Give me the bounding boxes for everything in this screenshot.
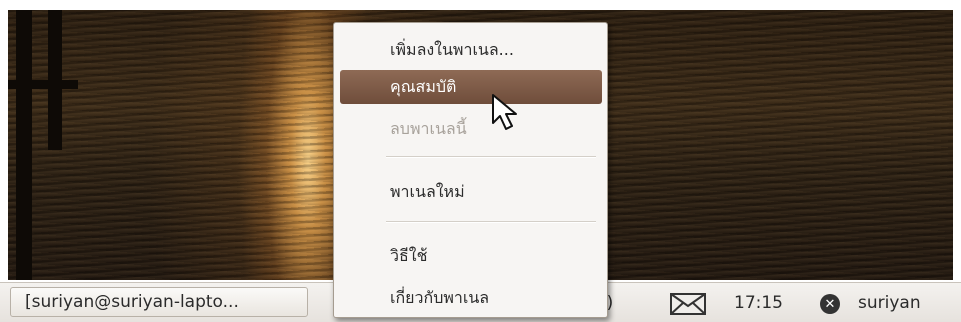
clock-time: 17:15 xyxy=(734,293,783,313)
panel-context-menu: เพิ่มลงในพาเนล... คุณสมบัติ ลบพาเนลนี้ พ… xyxy=(333,22,608,318)
pier-beam xyxy=(8,80,78,89)
clock[interactable]: 17:15 xyxy=(734,283,783,322)
menu-item-label: ลบพาเนลนี้ xyxy=(390,118,467,138)
menu-item-label: วิธีใช้ xyxy=(390,245,428,265)
menu-item-delete-panel[interactable]: ลบพาเนลนี้ xyxy=(340,112,602,146)
menu-item-about-panels[interactable]: เกี่ยวกับพาเนล xyxy=(340,281,602,315)
menu-separator xyxy=(386,221,596,223)
menu-separator xyxy=(386,156,596,158)
pier-post xyxy=(16,10,32,280)
desktop-screen: [suriyan@suriyan-lapto... )) 17:15 ✕ sur… xyxy=(0,0,961,322)
menu-item-add-to-panel[interactable]: เพิ่มลงในพาเนล... xyxy=(340,33,602,67)
username-label: suriyan xyxy=(858,293,921,313)
menu-item-new-panel[interactable]: พาเนลใหม่ xyxy=(340,175,602,209)
mail-icon[interactable] xyxy=(670,293,706,315)
menu-item-help[interactable]: วิธีใช้ xyxy=(340,239,602,273)
menu-item-label: เกี่ยวกับพาเนล xyxy=(390,287,490,307)
menu-item-label: พาเนลใหม่ xyxy=(390,181,465,201)
taskbar-window-button[interactable]: [suriyan@suriyan-lapto... xyxy=(10,287,308,317)
menu-item-properties[interactable]: คุณสมบัติ xyxy=(340,70,602,104)
mouse-pointer-icon xyxy=(492,94,517,130)
taskbar-window-label: [suriyan@suriyan-lapto... xyxy=(25,292,239,312)
user-menu[interactable]: suriyan xyxy=(858,283,921,322)
menu-item-label: คุณสมบัติ xyxy=(390,76,457,96)
user-status-icon[interactable]: ✕ xyxy=(820,294,840,314)
menu-item-label: เพิ่มลงในพาเนล... xyxy=(390,39,514,59)
